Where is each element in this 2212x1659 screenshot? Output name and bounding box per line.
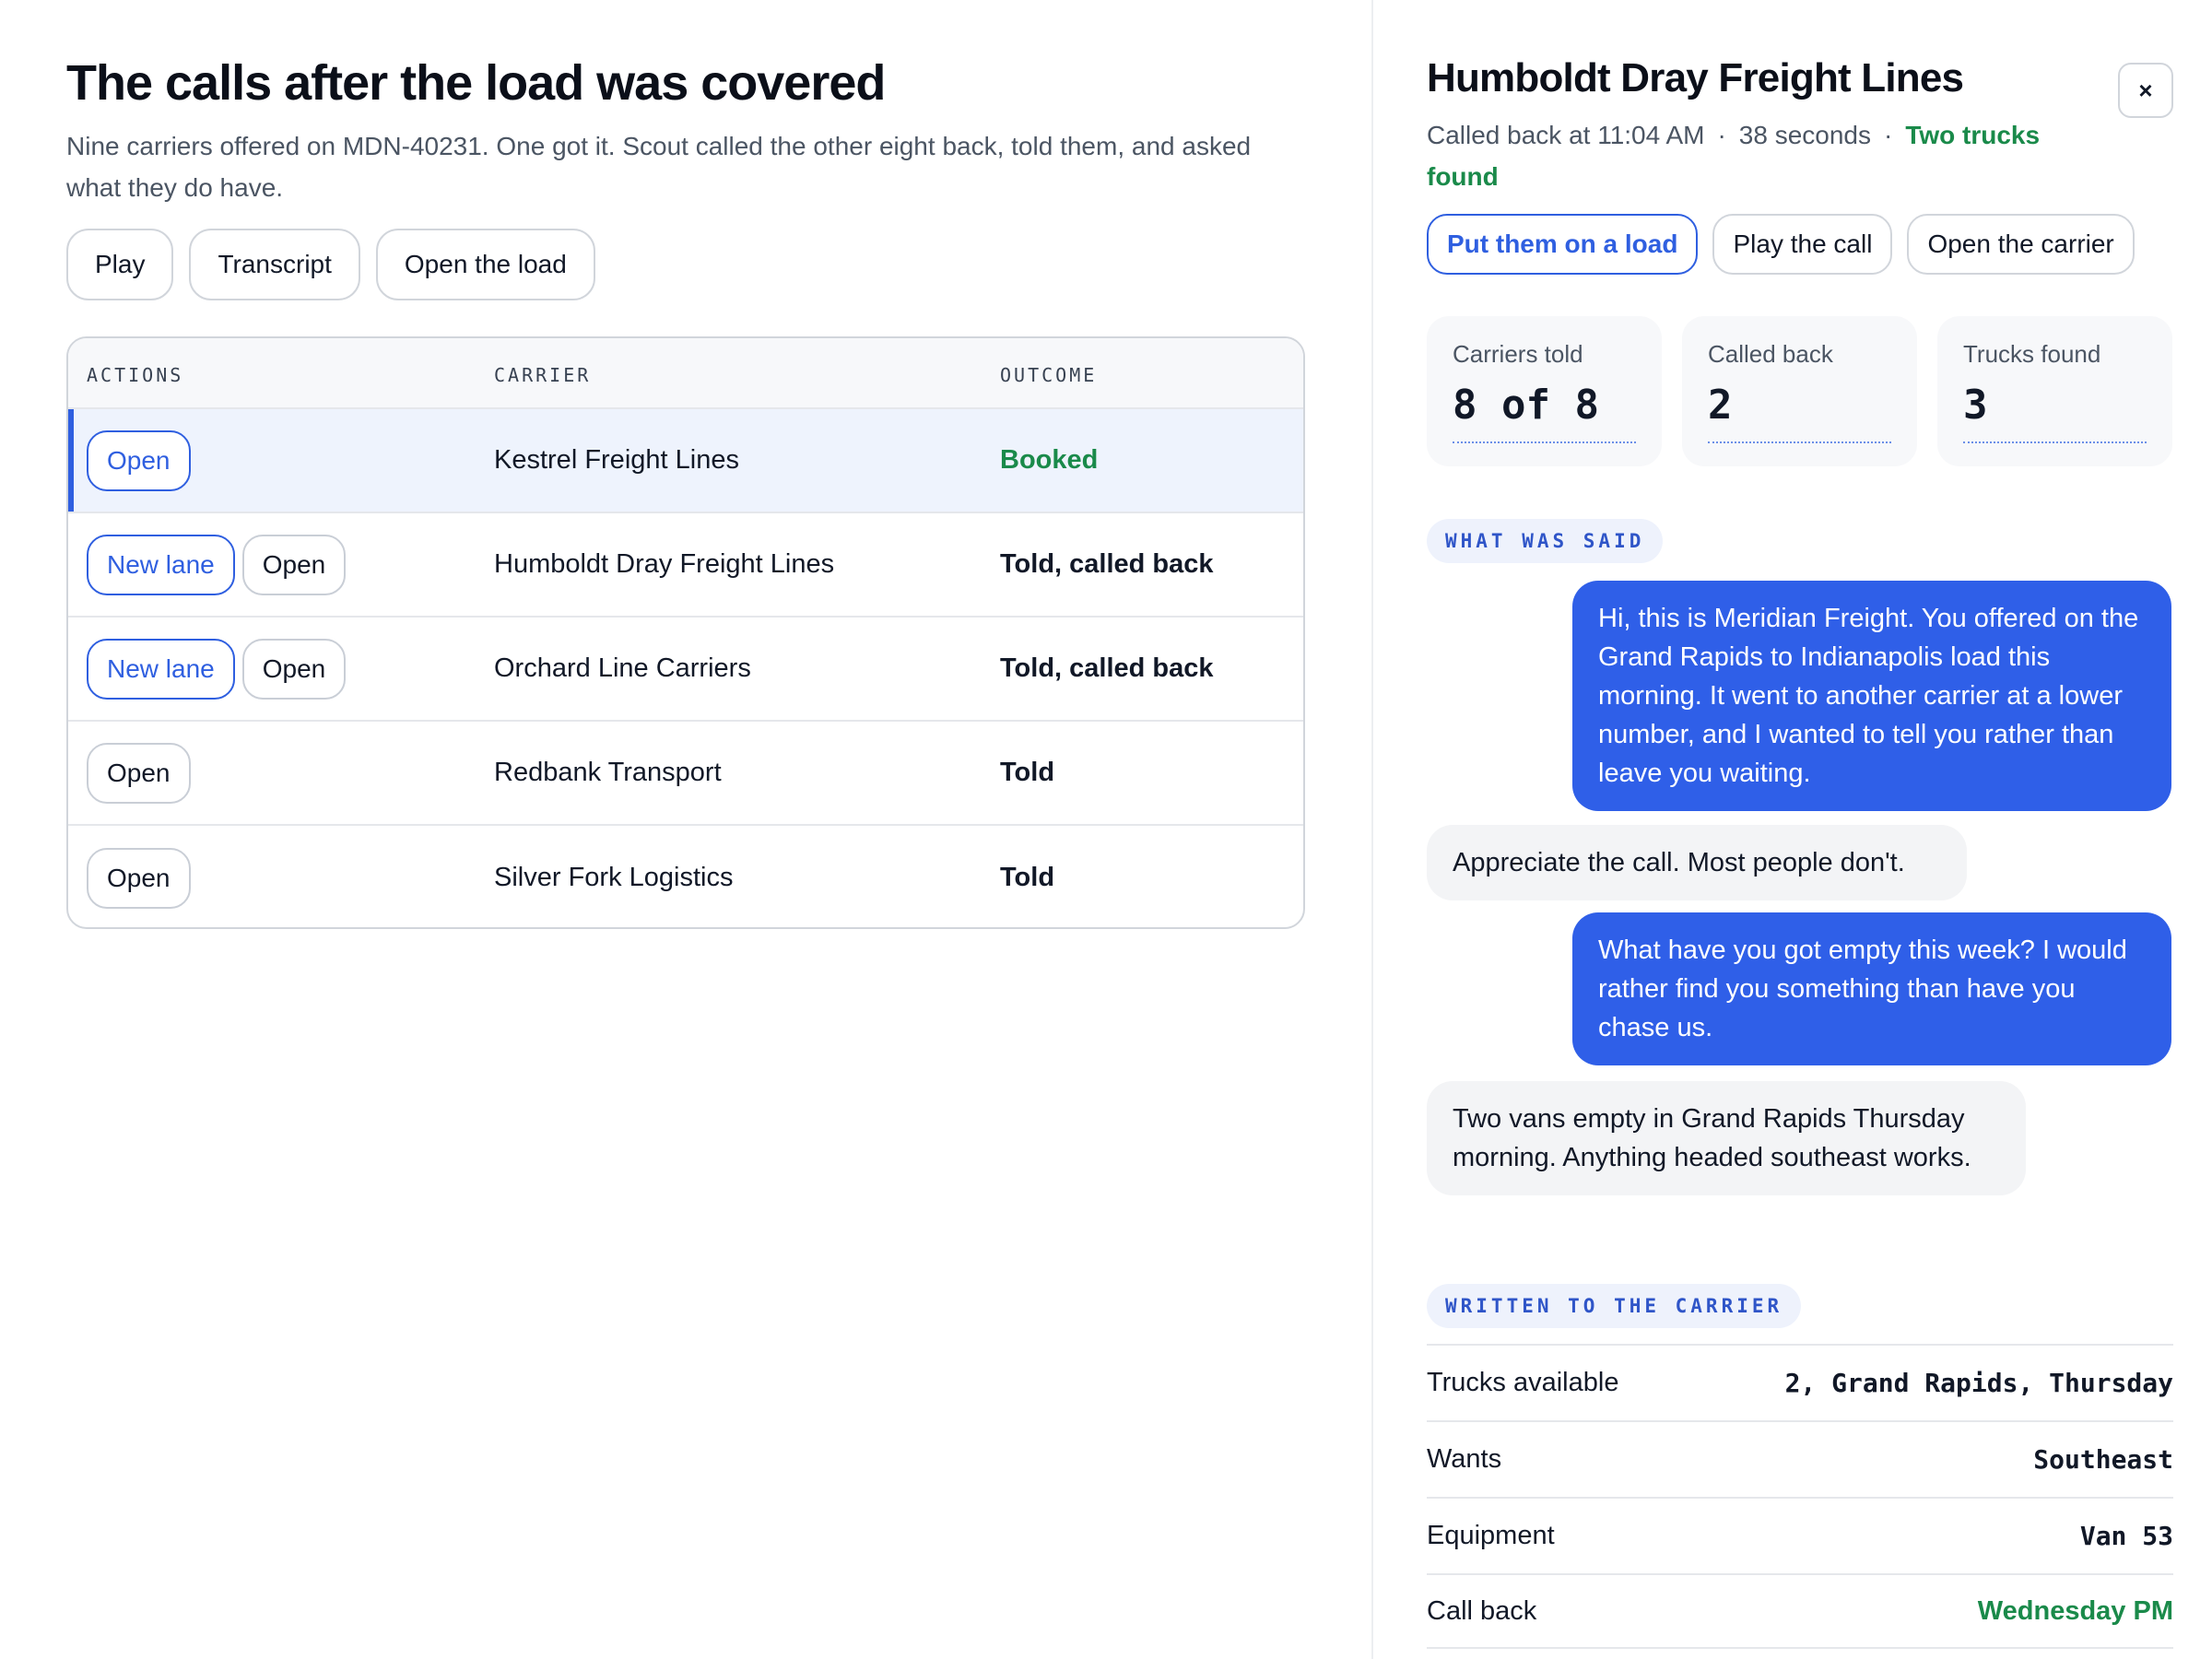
field-value: 2, Grand Rapids, Thursday xyxy=(1784,1367,2173,1398)
stat-trucks-found: Trucks found 3 xyxy=(1937,316,2172,466)
stat-cards: Carriers told 8 of 8 Called back 2 Truck… xyxy=(1427,316,2172,466)
written-to-carrier-heading: WRITTEN TO THE CARRIER xyxy=(1427,1284,1802,1328)
close-icon[interactable]: × xyxy=(2118,63,2173,118)
carrier-name: Humboldt Dray Freight Lines xyxy=(494,549,835,579)
carrier-name: Redbank Transport xyxy=(494,758,722,787)
message-incoming: Appreciate the call. Most people don't. xyxy=(1427,825,1967,900)
new-lane-button[interactable]: New lane xyxy=(87,638,235,700)
stat-label: Trucks found xyxy=(1963,340,2101,368)
row-actions: Open xyxy=(87,722,191,824)
outcome-status: Told xyxy=(1000,758,1055,787)
table-row[interactable]: New lane Open Orchard Line Carriers Told… xyxy=(68,618,1303,722)
row-actions: New lane Open xyxy=(87,618,347,720)
stat-value: 3 xyxy=(1963,382,2147,443)
page-title: The calls after the load was covered xyxy=(66,55,886,111)
row-actions: New lane Open xyxy=(87,513,347,616)
message-outgoing: What have you got empty this week? I wou… xyxy=(1572,912,2171,1065)
put-on-load-button[interactable]: Put them on a load xyxy=(1427,214,1699,275)
field-label: Trucks available xyxy=(1427,1367,1619,1397)
row-actions: Open xyxy=(87,826,191,927)
outcome-status: Told, called back xyxy=(1000,549,1214,579)
field-value: Southeast xyxy=(2033,1443,2173,1475)
carrier-name: Kestrel Freight Lines xyxy=(494,445,739,475)
message-outgoing: Hi, this is Meridian Freight. You offere… xyxy=(1572,581,2171,811)
toolbar: Play Transcript Open the load xyxy=(66,229,1371,300)
table-row[interactable]: Open Silver Fork Logistics Told xyxy=(68,826,1303,927)
open-button[interactable]: Open xyxy=(87,742,191,804)
meta-separator: · xyxy=(1883,121,1893,149)
table-row[interactable]: Open Kestrel Freight Lines Booked xyxy=(68,409,1303,513)
column-header-actions: ACTIONS xyxy=(87,364,184,386)
detail-panel: Humboldt Dray Freight Lines × Called bac… xyxy=(1371,0,2212,1659)
outcome-status: Told, called back xyxy=(1000,653,1214,683)
carrier-name: Silver Fork Logistics xyxy=(494,863,734,892)
stat-value: 2 xyxy=(1708,382,1891,443)
row-actions: Open xyxy=(87,409,191,512)
open-button[interactable]: Open xyxy=(87,429,191,491)
calls-table: ACTIONS CARRIER OUTCOME Open Kestrel Fre… xyxy=(66,336,1305,929)
page-subtitle: Nine carriers offered on MDN-40231. One … xyxy=(66,132,1252,202)
column-header-outcome: OUTCOME xyxy=(1000,364,1098,386)
stat-label: Carriers told xyxy=(1453,340,1583,368)
message-incoming: Two vans empty in Grand Rapids Thursday … xyxy=(1427,1081,2026,1195)
stat-label: Called back xyxy=(1708,340,1833,368)
field-value: Wednesday PM xyxy=(1977,1595,2173,1626)
field-equipment: Equipment Van 53 xyxy=(1427,1497,2173,1572)
table-header: ACTIONS CARRIER OUTCOME xyxy=(68,338,1303,409)
stat-called-back: Called back 2 xyxy=(1682,316,1917,466)
outcome-status: Told xyxy=(1000,863,1055,892)
new-lane-button[interactable]: New lane xyxy=(87,534,235,595)
outcome-status: Booked xyxy=(1000,445,1099,475)
field-wants: Wants Southeast xyxy=(1427,1420,2173,1496)
field-label: Wants xyxy=(1427,1443,1502,1474)
field-value: Van 53 xyxy=(2079,1520,2173,1551)
table-row[interactable]: Open Redbank Transport Told xyxy=(68,722,1303,826)
meta-separator: · xyxy=(1717,121,1726,149)
stat-carriers-told: Carriers told 8 of 8 xyxy=(1427,316,1662,466)
table-row[interactable]: New lane Open Humboldt Dray Freight Line… xyxy=(68,513,1303,618)
field-label: Call back xyxy=(1427,1595,1537,1626)
open-carrier-button[interactable]: Open the carrier xyxy=(1907,214,2135,275)
open-button[interactable]: Open xyxy=(241,638,347,700)
carrier-name: Orchard Line Carriers xyxy=(494,653,751,683)
column-header-carrier: CARRIER xyxy=(494,364,592,386)
panel-actions: Put them on a load Play the call Open th… xyxy=(1427,214,2135,275)
what-was-said-heading: WHAT WAS SAID xyxy=(1427,519,1664,563)
field-trucks-available: Trucks available 2, Grand Rapids, Thursd… xyxy=(1427,1344,2173,1419)
field-call-back: Call back Wednesday PM xyxy=(1427,1573,2173,1649)
call-duration: 38 seconds xyxy=(1738,121,1871,149)
open-button[interactable]: Open xyxy=(241,534,347,595)
panel-title: Humboldt Dray Freight Lines xyxy=(1427,55,1964,100)
called-back-time: Called back at 11:04 AM xyxy=(1427,121,1705,149)
open-load-button[interactable]: Open the load xyxy=(375,229,595,300)
stat-value: 8 of 8 xyxy=(1453,382,1636,443)
transcript-button[interactable]: Transcript xyxy=(189,229,360,300)
open-button[interactable]: Open xyxy=(87,847,191,909)
field-label: Equipment xyxy=(1427,1520,1555,1550)
play-button[interactable]: Play xyxy=(66,229,174,300)
play-call-button[interactable]: Play the call xyxy=(1712,214,1893,275)
call-meta: Called back at 11:04 AM · 38 seconds · Two t… xyxy=(1427,114,2090,197)
